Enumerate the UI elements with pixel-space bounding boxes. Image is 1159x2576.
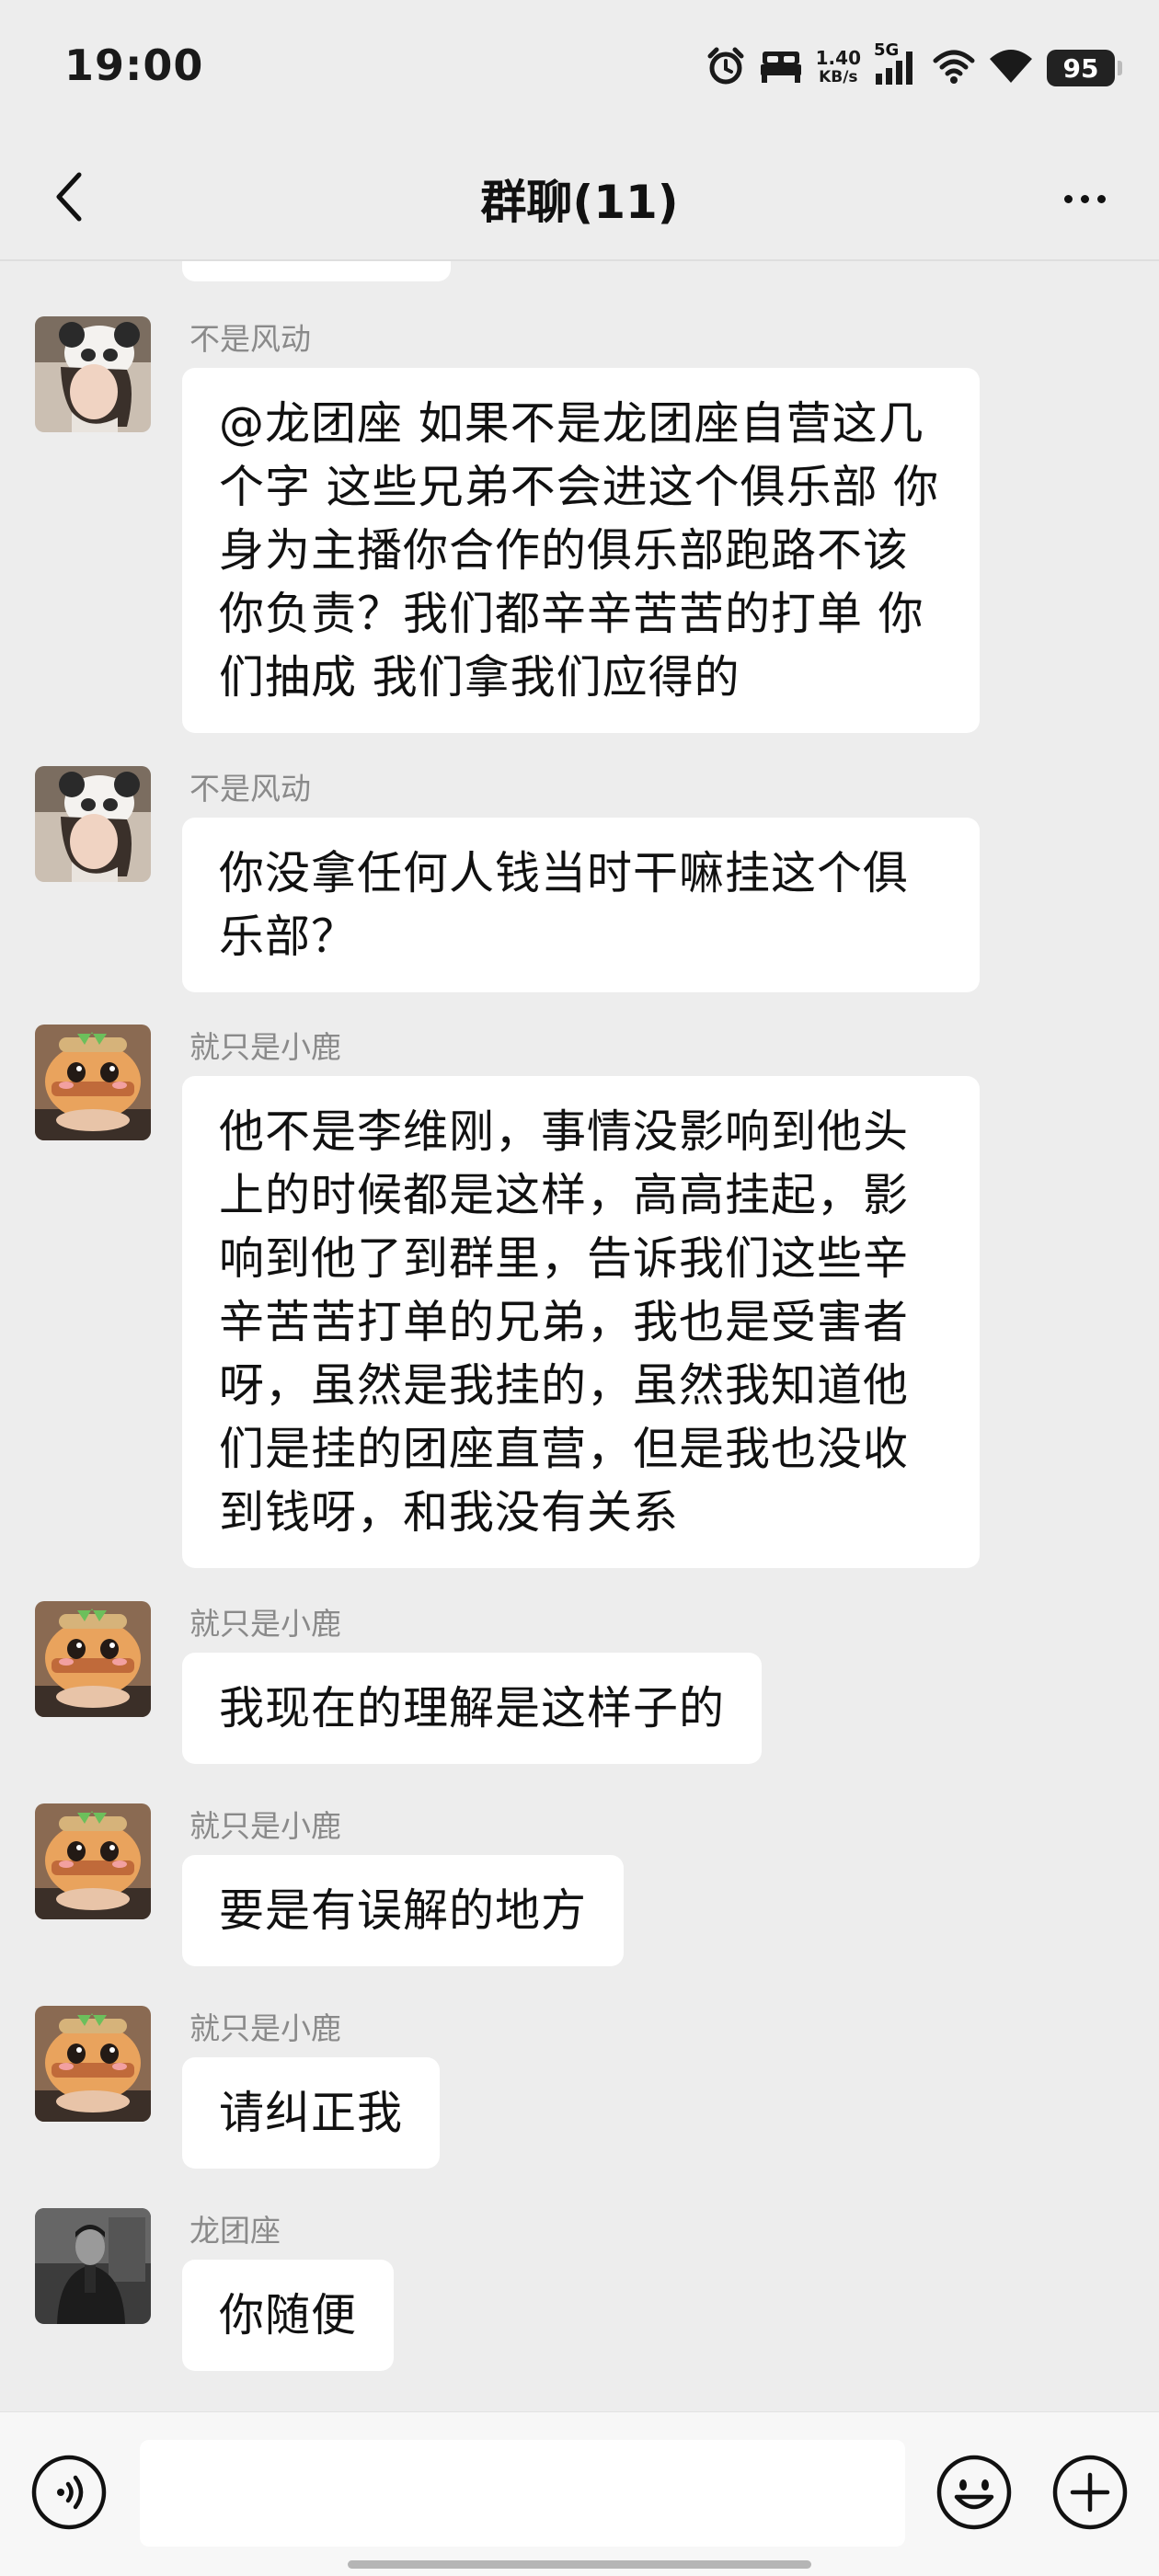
message-input[interactable] [140, 2440, 905, 2547]
signal-icon: 5G [874, 40, 920, 90]
message-bubble[interactable]: 我现在的理解是这样子的 [182, 1653, 763, 1764]
status-icons: 1.40 KB/s 5G 95 [706, 40, 1122, 94]
status-bar: 19:00 1.40 KB/s 5G 95 [0, 0, 1159, 138]
nav-bar: 群聊(11) [0, 138, 1159, 261]
avatar[interactable] [35, 2006, 151, 2122]
bed-icon [759, 48, 803, 88]
wifi-icon [988, 48, 1034, 88]
chat-message-list[interactable]: 不是风动 @龙团座 如果不是龙团座自营这几个字 这些兄弟不会进这个俱乐部 你身为… [0, 261, 1159, 2410]
battery-level: 95 [1062, 52, 1099, 84]
sender-name: 就只是小鹿 [189, 2010, 341, 2046]
sender-name: 就只是小鹿 [189, 1029, 341, 1065]
chat-title: 群聊(11) [480, 176, 679, 229]
sender-name: 就只是小鹿 [189, 1808, 341, 1844]
message-bubble[interactable]: 你没拿任何人钱当时干嘛挂这个俱乐部？ [182, 818, 980, 992]
message-bubble-partial[interactable] [182, 261, 451, 281]
wifi-icon [933, 48, 975, 88]
net-speed-unit: KB/s [819, 68, 858, 86]
status-time: 19:00 [64, 40, 204, 90]
avatar[interactable] [35, 766, 151, 882]
message-bubble[interactable]: 他不是李维刚，事情没影响到他头上的时候都是这样，高高挂起，影响到他了到群里，告诉… [182, 1076, 980, 1568]
voice-button[interactable] [29, 2455, 109, 2534]
net-speed-value: 1.40 [815, 47, 861, 69]
network-type: 5G [874, 40, 900, 60]
sender-name: 就只是小鹿 [189, 1606, 341, 1642]
emoji-button[interactable] [935, 2455, 1014, 2534]
avatar[interactable] [35, 316, 151, 432]
avatar[interactable] [35, 1803, 151, 1919]
net-speed: 1.40 KB/s [816, 49, 861, 87]
avatar[interactable] [35, 1025, 151, 1140]
more-dots-icon [1063, 194, 1073, 203]
message-bubble[interactable]: 要是有误解的地方 [182, 1855, 625, 1966]
message-bubble[interactable]: 请纠正我 [182, 2057, 441, 2169]
battery-icon: 95 [1047, 50, 1122, 86]
more-button[interactable] [1043, 162, 1126, 235]
plus-icon [1050, 2453, 1130, 2536]
alarm-icon [706, 46, 746, 90]
sender-name: 不是风动 [189, 321, 311, 357]
add-button[interactable] [1050, 2455, 1130, 2534]
message-bubble[interactable]: @龙团座 如果不是龙团座自营这几个字 这些兄弟不会进这个俱乐部 你身为主播你合作… [182, 368, 980, 733]
avatar[interactable] [35, 2208, 151, 2324]
voice-icon [29, 2453, 109, 2536]
input-bar [0, 2411, 1159, 2576]
emoji-icon [935, 2453, 1014, 2536]
home-indicator[interactable] [348, 2560, 811, 2569]
message-bubble[interactable]: 你随便 [182, 2260, 395, 2371]
sender-name: 不是风动 [189, 771, 311, 807]
sender-name: 龙团座 [189, 2213, 281, 2249]
avatar[interactable] [35, 1601, 151, 1717]
